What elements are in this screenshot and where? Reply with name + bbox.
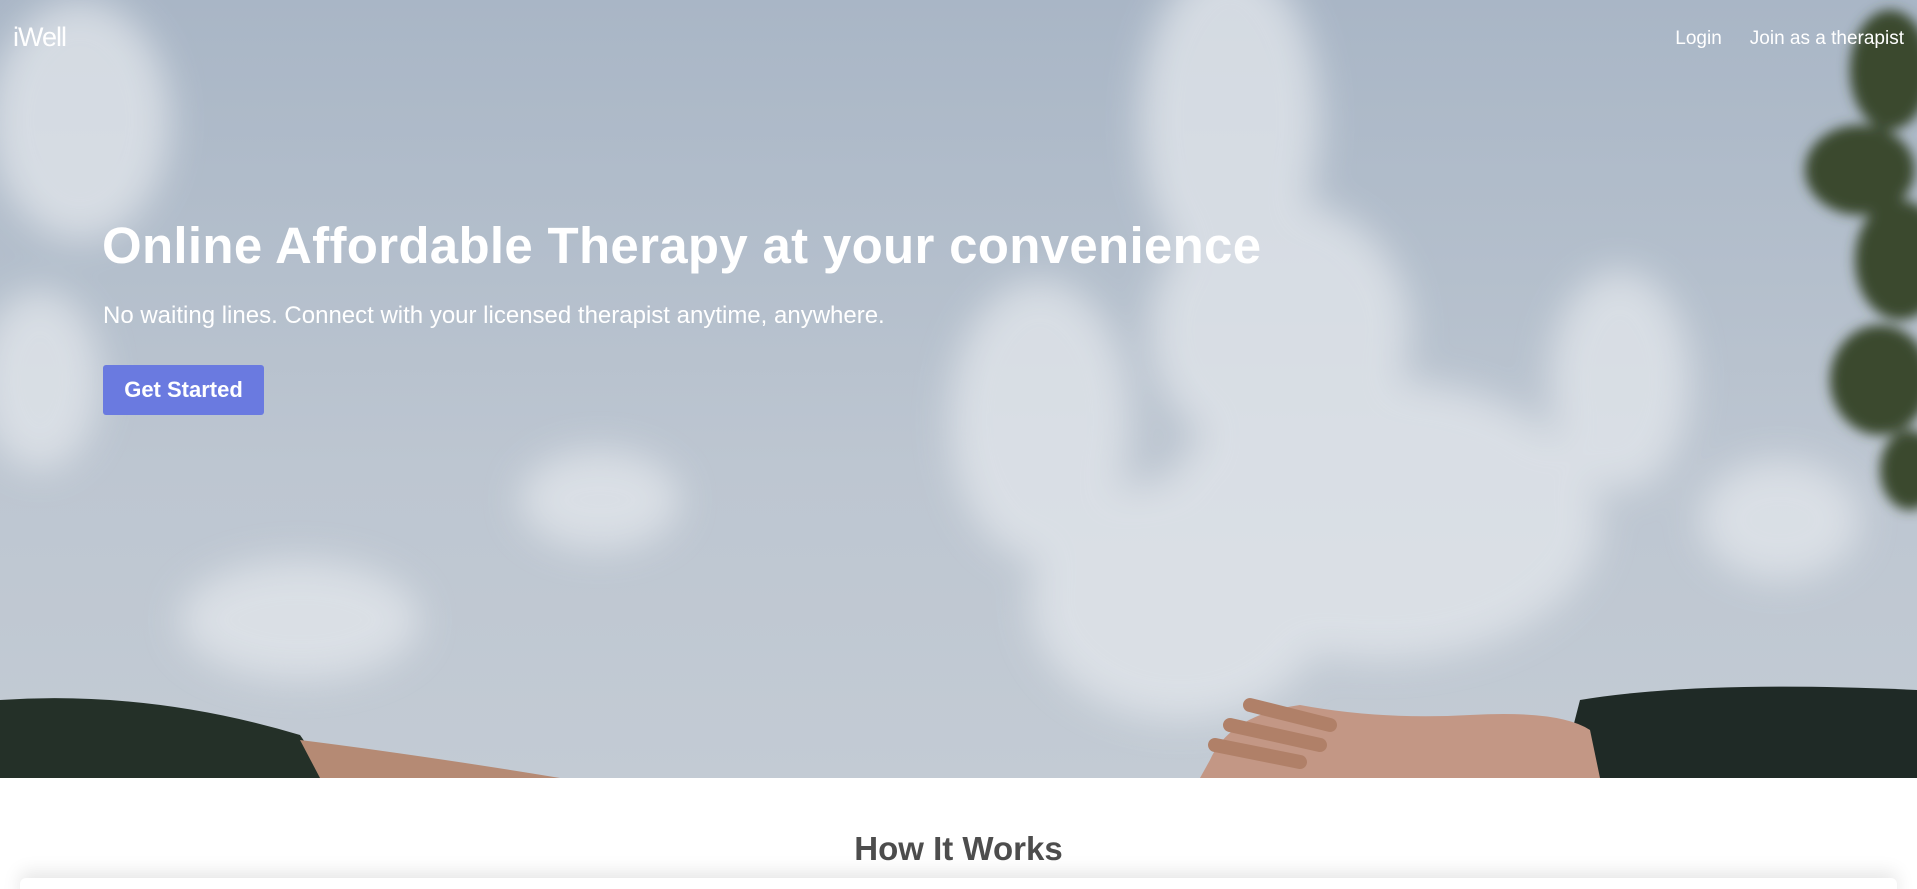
get-started-button[interactable]: Get Started (103, 365, 264, 415)
how-it-works-title: How It Works (854, 830, 1063, 867)
hero-subtitle: No waiting lines. Connect with your lice… (103, 302, 885, 329)
join-as-therapist-link[interactable]: Join as a therapist (1750, 28, 1904, 50)
logo[interactable]: iWell (13, 22, 67, 53)
how-it-works-section: How It Works (0, 778, 1917, 889)
hero-background-image (0, 0, 1917, 778)
top-nav: Login Join as a therapist (1675, 28, 1904, 50)
hero-section: iWell Login Join as a therapist Online A… (0, 0, 1917, 778)
login-link[interactable]: Login (1675, 28, 1722, 50)
hero-title: Online Affordable Therapy at your conven… (102, 217, 1262, 274)
how-it-works-card (20, 878, 1897, 889)
